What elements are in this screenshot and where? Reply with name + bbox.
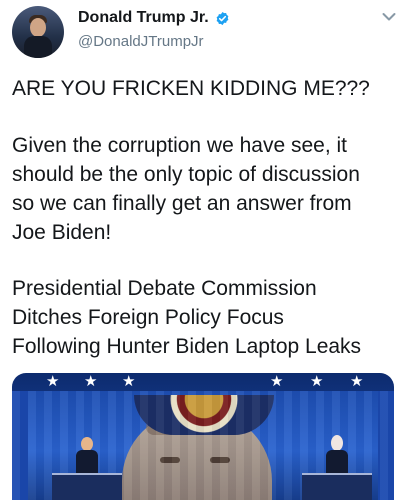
star-icon: ★ <box>310 373 324 390</box>
speaker-right-head <box>331 435 343 451</box>
tweet-text-paragraph-2: Given the corruption we have see, it sho… <box>12 134 360 244</box>
avatar-head <box>30 18 46 37</box>
debate-stage <box>12 391 394 500</box>
author-name[interactable]: Donald Trump Jr. <box>78 9 209 27</box>
tweet-text-line1: ARE YOU FRICKEN KIDDING ME??? <box>12 77 370 100</box>
verified-badge-icon <box>216 11 229 25</box>
avatar[interactable] <box>12 6 64 58</box>
star-icon: ★ <box>350 373 364 390</box>
tweet-media-image[interactable]: ★ ★ ★ ★ ★ ★ <box>12 373 394 500</box>
speaker-left-head <box>81 437 93 451</box>
star-icon: ★ <box>122 373 136 390</box>
star-icon: ★ <box>84 373 98 390</box>
author-handle[interactable]: @DonaldJTrumpJr <box>78 33 204 50</box>
star-icon: ★ <box>46 373 60 390</box>
podium-left <box>52 473 122 500</box>
author-name-row: Donald Trump Jr. <box>78 9 230 27</box>
chevron-down-icon[interactable] <box>382 12 396 22</box>
tweet-text-paragraph-3: Presidential Debate Commission Ditches F… <box>12 277 362 358</box>
podium-right <box>302 473 372 500</box>
stars-banner: ★ ★ ★ ★ ★ ★ <box>12 373 394 391</box>
star-icon: ★ <box>270 373 284 390</box>
avatar-suit <box>24 36 52 58</box>
